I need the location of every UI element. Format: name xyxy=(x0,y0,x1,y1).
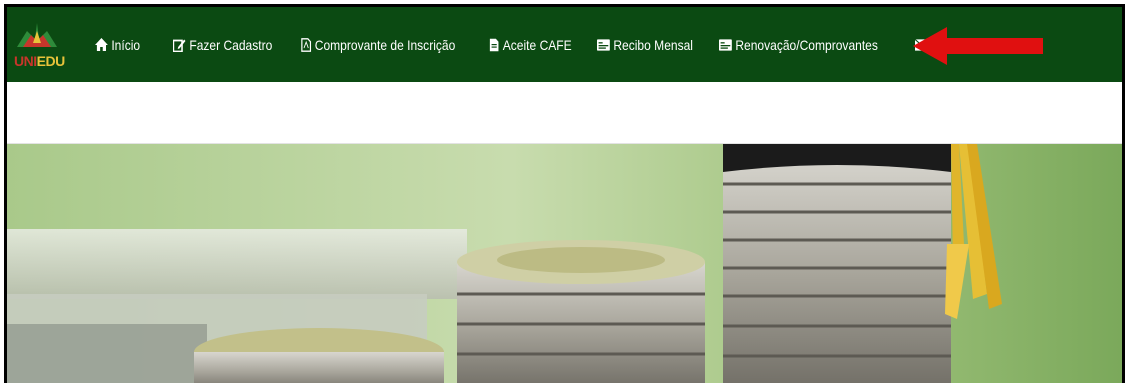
logo-edu-text: EDU xyxy=(36,53,66,69)
white-spacer-bar xyxy=(7,82,1122,144)
nav-item-label: Comprovante de Inscrição xyxy=(314,36,456,53)
pdf-file-icon xyxy=(301,37,312,52)
logo-emblem-icon xyxy=(17,23,57,47)
logo-text: UNIEDU xyxy=(14,53,65,69)
nav-item-label: Recibo Mensal xyxy=(613,36,693,53)
nav-menu: Início Fazer Cadastro Comprovante de Ins… xyxy=(95,7,955,82)
file-icon xyxy=(489,38,499,52)
nav-item-comprovante-inscricao[interactable]: Comprovante de Inscrição xyxy=(301,37,455,53)
red-arrow-annotation-icon xyxy=(913,27,1043,65)
top-navbar: UNIEDU Início Fazer Cadastro Comprovante… xyxy=(7,7,1122,82)
nav-item-label: Início xyxy=(111,36,141,53)
nav-item-label: Aceite CAFE xyxy=(502,36,572,53)
page-frame: UNIEDU Início Fazer Cadastro Comprovante… xyxy=(4,4,1125,383)
uniedu-logo[interactable]: UNIEDU xyxy=(13,17,65,75)
hero-banner-image xyxy=(7,144,1122,383)
nav-item-renovacao-comprovantes[interactable]: Renovação/Comprovantes xyxy=(719,37,878,53)
home-icon xyxy=(95,38,108,52)
receipt-icon xyxy=(597,38,610,52)
nav-item-aceite-cafe[interactable]: Aceite CAFE xyxy=(489,37,572,53)
logo-uni-text: UNI xyxy=(14,53,37,69)
receipt-icon xyxy=(719,38,732,52)
nav-item-recibo-mensal[interactable]: Recibo Mensal xyxy=(597,37,693,53)
nav-item-inicio[interactable]: Início xyxy=(95,37,145,53)
nav-item-fazer-cadastro[interactable]: Fazer Cadastro xyxy=(173,37,272,53)
nav-item-label: Fazer Cadastro xyxy=(189,36,273,53)
nav-item-label: Renovação/Comprovantes xyxy=(735,36,878,53)
edit-icon xyxy=(173,38,186,52)
coins-graduation-hero-image xyxy=(7,144,1122,383)
